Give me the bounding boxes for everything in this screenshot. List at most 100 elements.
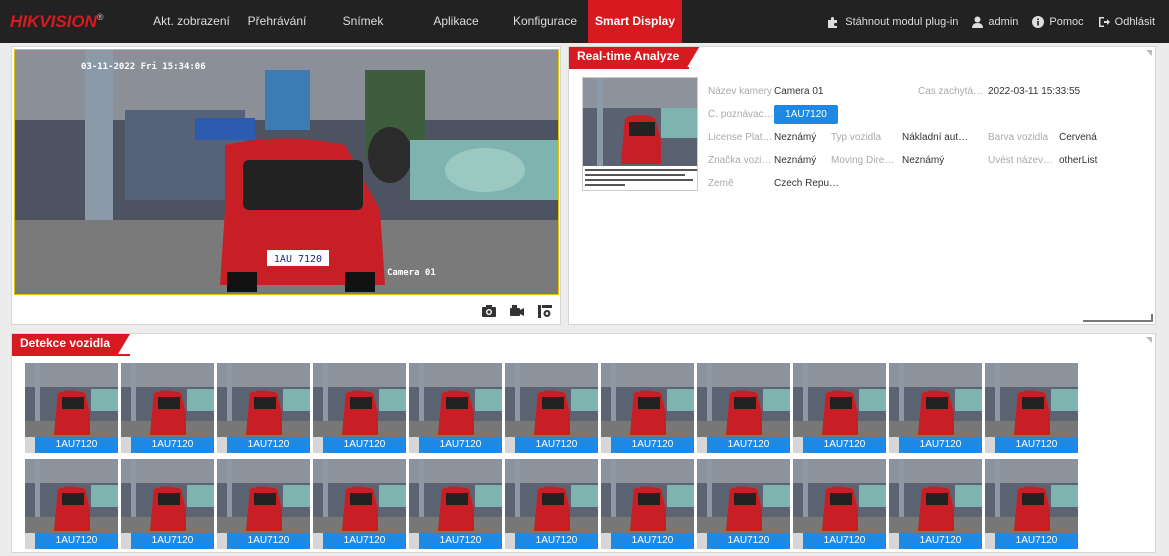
snapshot-info-strip [217,533,227,549]
capture-time-label: Čas zachytá… [918,86,984,97]
detected-plate-label: 1AU7120 [611,437,694,453]
capture-image [583,78,697,190]
camera-name-label: Název kamery [708,86,772,97]
snapshot-info-strip [121,437,131,453]
plate-number-value: 1AU7120 [774,105,838,124]
detection-thumbnail[interactable]: 1AU7120 [505,459,598,549]
detected-plate-label: 1AU7120 [35,533,118,549]
capture-thumbnail[interactable] [582,77,698,191]
video-toolbar [482,305,552,318]
snapshot-info-strip [505,437,515,453]
detected-plate-label: 1AU7120 [995,437,1078,453]
logout-link[interactable]: Odhlásit [1098,16,1155,28]
detection-thumbnail[interactable]: 1AU7120 [601,363,694,453]
collapse-corner-icon[interactable] [1146,337,1152,343]
collapse-corner-icon[interactable] [1146,50,1152,56]
user-label: admin [988,15,1019,28]
snapshot-info-strip [505,533,515,549]
snapshot-info-strip [217,437,227,453]
main-nav: Akt. zobrazení Přehrávání Snímek Aplikac… [145,0,682,43]
detection-thumbnail[interactable]: 1AU7120 [217,459,310,549]
hikvision-logo: HIKVISION® [0,12,145,32]
snapshot-info-strip [409,437,419,453]
resize-handle[interactable] [1083,314,1153,322]
detected-plate-label: 1AU7120 [227,437,310,453]
user-icon [972,16,984,28]
camera-name-value: Camera 01 [774,86,824,97]
vehicle-brand-label: Značka vozi… [708,155,772,166]
moving-direction-value: Neznámý [902,155,945,166]
detection-thumbnail[interactable]: 1AU7120 [697,363,790,453]
settings-icon[interactable] [538,305,552,318]
snapshot-info-strip [25,437,35,453]
snapshot-info-strip [985,437,995,453]
realtime-analyze-panel: Real-time Analyze Název kamery Camera 01… [568,46,1156,325]
detected-plate-label: 1AU7120 [131,437,214,453]
snapshot-info-strip [889,533,899,549]
country-value: Czech Repu… [774,178,840,189]
detected-plate-label: 1AU7120 [899,437,982,453]
license-plate-label: License Plat… [708,132,773,143]
detected-plate-label: 1AU7120 [35,437,118,453]
detection-thumbnail[interactable]: 1AU7120 [409,459,502,549]
details-row-1: Název kamery Camera 01 Čas zachytá… 2022… [708,80,1148,103]
detection-thumbnail[interactable]: 1AU7120 [985,459,1078,549]
details-row-3: License Plat… Neznámý Typ vozidla Náklad… [708,126,1148,149]
detection-thumbnail[interactable]: 1AU7120 [121,459,214,549]
detection-thumbnail[interactable]: 1AU7120 [889,363,982,453]
detected-plate-label: 1AU7120 [611,533,694,549]
detected-plate-label: 1AU7120 [707,437,790,453]
country-label: Země [708,178,734,189]
detection-thumbnail[interactable]: 1AU7120 [313,363,406,453]
detected-plate-label: 1AU7120 [515,437,598,453]
detection-thumbnail[interactable]: 1AU7120 [409,363,502,453]
detected-plate-label: 1AU7120 [323,533,406,549]
detection-thumbnail[interactable]: 1AU7120 [793,459,886,549]
help-link[interactable]: Pomoc [1032,15,1084,28]
nav-picture[interactable]: Snímek [316,0,410,43]
snapshot-info-strip [601,533,611,549]
nav-live-view[interactable]: Akt. zobrazení [145,0,238,43]
download-plugin-link[interactable]: Stáhnout modul plug-in [827,16,958,28]
detection-thumbnail[interactable]: 1AU7120 [217,363,310,453]
moving-direction-label: Moving Dire… [831,155,895,166]
nav-configuration[interactable]: Konfigurace [502,0,588,43]
detection-thumbnail[interactable]: 1AU7120 [505,363,598,453]
help-icon [1032,15,1045,28]
nav-application[interactable]: Aplikace [410,0,502,43]
detected-plate-label: 1AU7120 [707,533,790,549]
detection-thumbnail[interactable]: 1AU7120 [313,459,406,549]
car-plate-text: 1AU 7120 [274,254,322,265]
logo-text: HIKVISION [10,11,97,31]
user-account[interactable]: admin [972,16,1018,28]
details-row-5: Země Czech Repu… [708,172,1148,195]
detection-thumbnail[interactable]: 1AU7120 [985,363,1078,453]
detection-thumbnail[interactable]: 1AU7120 [889,459,982,549]
snapshot-info-strip [601,437,611,453]
detection-thumbnail[interactable]: 1AU7120 [601,459,694,549]
detection-thumbnail[interactable]: 1AU7120 [121,363,214,453]
detection-thumbnail[interactable]: 1AU7120 [793,363,886,453]
record-icon[interactable] [510,305,524,317]
download-plugin-label: Stáhnout modul plug-in [845,15,959,28]
custom-name-label: Uvést název… [988,155,1054,166]
vehicle-detection-panel: Detekce vozidla 1AU7120 1AU7120 1AU7120 1AU… [11,333,1156,553]
camera-icon[interactable] [482,305,496,317]
nav-playback[interactable]: Přehrávání [238,0,316,43]
registered-mark: ® [96,11,104,22]
license-plate-value: Neznámý [774,132,817,143]
detected-plate-label: 1AU7120 [803,533,886,549]
detected-plate-label: 1AU7120 [419,533,502,549]
nav-smart-display[interactable]: Smart Display [588,0,682,43]
detection-thumbnail[interactable]: 1AU7120 [25,363,118,453]
plate-number-label: Č. poznávac… [708,109,774,120]
detection-thumbnail[interactable]: 1AU7120 [25,459,118,549]
vehicle-color-value: Červená [1059,132,1097,143]
snapshot-info-strip [409,533,419,549]
detection-thumbnail[interactable]: 1AU7120 [697,459,790,549]
snapshot-info-strip [697,533,707,549]
live-video[interactable]: 1AU 7120 03-11-2022 Fri 15:34:06 Camera … [14,49,559,295]
capture-time-value: 2022-03-11 15:33:55 [988,86,1081,97]
snapshot-info-strip [313,533,323,549]
detected-plate-label: 1AU7120 [227,533,310,549]
